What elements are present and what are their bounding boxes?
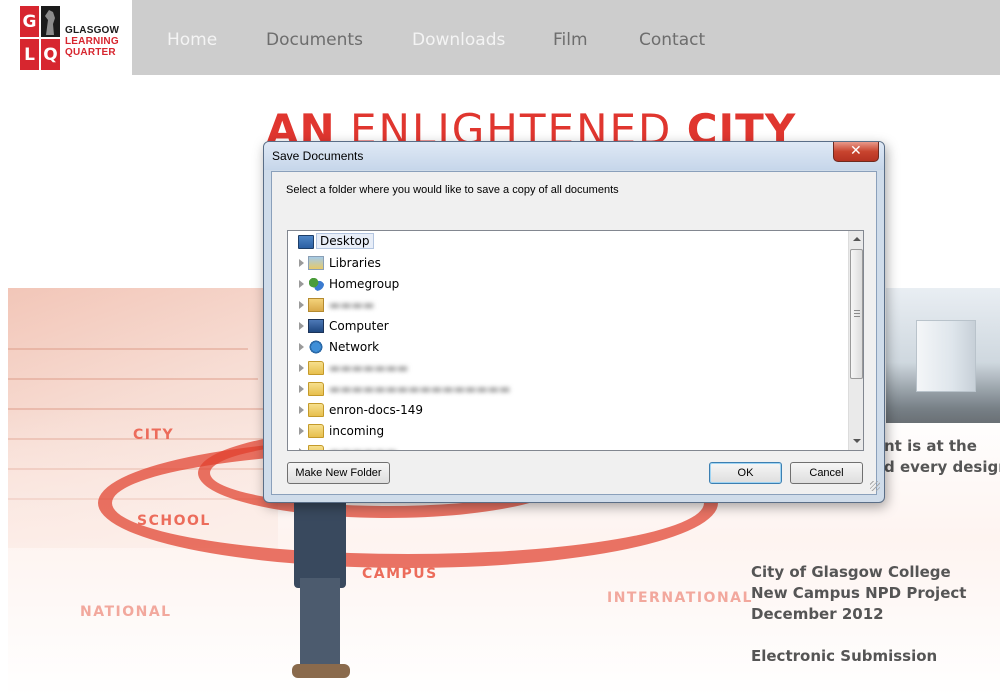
logo-silhouette-cell	[41, 6, 60, 37]
nav-downloads[interactable]: Downloads	[412, 30, 505, 50]
desktop-icon	[298, 235, 314, 249]
tree-item-label-obscured: ▬▬▬▬▬▬	[329, 445, 397, 450]
logo-letter-q: Q	[41, 39, 60, 70]
expand-arrow-icon[interactable]	[299, 427, 304, 435]
libraries-icon	[308, 256, 324, 270]
tag-school: SCHOOL	[137, 513, 211, 529]
expand-arrow-icon[interactable]	[299, 259, 304, 267]
expand-arrow-icon[interactable]	[299, 448, 304, 450]
logo-line-1: GLASGOW	[65, 25, 120, 36]
make-new-folder-button[interactable]: Make New Folder	[287, 462, 390, 484]
tree-item-libraries[interactable]: Libraries	[288, 253, 848, 274]
folder-icon	[308, 445, 324, 450]
tree-item-user-folder[interactable]: ▬▬▬▬	[288, 295, 848, 316]
expand-arrow-icon[interactable]	[299, 343, 304, 351]
folder-icon	[308, 424, 324, 438]
tag-campus: CAMPUS	[362, 566, 438, 582]
tree-item-desktop[interactable]: Desktop	[288, 232, 848, 253]
expand-arrow-icon[interactable]	[299, 385, 304, 393]
computer-icon	[308, 319, 324, 333]
expand-arrow-icon[interactable]	[299, 364, 304, 372]
intro-text-line-1: nt is at the	[884, 437, 977, 455]
expand-arrow-icon[interactable]	[299, 322, 304, 330]
tree-item-incoming[interactable]: incoming	[288, 421, 848, 442]
resize-grip-icon[interactable]	[870, 481, 880, 491]
scroll-up-icon[interactable]	[853, 237, 861, 241]
nav-contact[interactable]: Contact	[639, 30, 705, 50]
tree-item-label: Desktop	[316, 233, 374, 249]
tree-item-label: Network	[329, 340, 380, 354]
user-folder-icon	[308, 298, 324, 312]
logo-letter-l: L	[20, 39, 39, 70]
submission-info: City of Glasgow College New Campus NPD P…	[751, 562, 966, 667]
network-icon	[308, 340, 324, 354]
folder-icon	[308, 361, 324, 375]
dialog-titlebar[interactable]: Save Documents ✕	[264, 142, 884, 170]
logo-line-3: QUARTER	[65, 47, 116, 58]
tree-scrollbar[interactable]	[848, 231, 863, 450]
info-project: New Campus NPD Project	[751, 584, 967, 602]
tree-item-computer[interactable]: Computer	[288, 316, 848, 337]
tree-item-label: incoming	[329, 424, 385, 438]
tree-item-label-obscured: ▬▬▬▬▬▬▬	[329, 361, 409, 375]
close-icon: ✕	[850, 143, 862, 159]
folder-tree[interactable]: Desktop Libraries Homegroup ▬▬▬▬ Compute	[287, 230, 864, 451]
nav-home[interactable]: Home	[167, 30, 217, 50]
homegroup-icon	[308, 277, 324, 291]
building-render	[916, 320, 976, 392]
logo-letter-g: G	[20, 6, 39, 37]
campus-building-photo	[886, 288, 1000, 423]
tree-item-label: Computer	[329, 319, 389, 333]
tree-item-folder-obscured-3[interactable]: ▬▬▬▬▬▬	[288, 442, 848, 450]
tree-item-label: enron-docs-149	[329, 403, 423, 417]
ok-button[interactable]: OK	[709, 462, 782, 484]
tree-item-folder-obscured-1[interactable]: ▬▬▬▬▬▬▬	[288, 358, 848, 379]
folder-icon	[308, 382, 324, 396]
nav-documents[interactable]: Documents	[266, 30, 363, 50]
statue-icon	[45, 10, 55, 35]
intro-text-line-2: d every design	[884, 458, 1000, 476]
dialog-prompt: Select a folder where you would like to …	[286, 184, 619, 196]
tag-national: NATIONAL	[80, 604, 172, 620]
logo-mark: G L Q	[20, 6, 61, 70]
nav-film[interactable]: Film	[553, 30, 588, 50]
tree-item-label-obscured: ▬▬▬▬▬▬▬▬▬▬▬▬▬▬▬▬	[329, 382, 511, 396]
dialog-body: Select a folder where you would like to …	[271, 171, 880, 495]
tree-item-label: Libraries	[329, 256, 381, 270]
tag-city: CITY	[133, 427, 175, 443]
tree-item-enron-docs-149[interactable]: enron-docs-149	[288, 400, 848, 421]
tag-international: INTERNATIONAL	[607, 590, 753, 606]
tree-item-network[interactable]: Network	[288, 337, 848, 358]
cancel-button[interactable]: Cancel	[790, 462, 863, 484]
dialog-title: Save Documents	[272, 149, 364, 163]
info-college: City of Glasgow College	[751, 563, 951, 581]
info-date: December 2012	[751, 605, 884, 623]
electronic-submission-link[interactable]: Electronic Submission	[751, 646, 966, 667]
logo-line-2: LEARNING	[65, 36, 119, 47]
folder-icon	[308, 403, 324, 417]
dialog-close-button[interactable]: ✕	[833, 142, 879, 162]
expand-arrow-icon[interactable]	[299, 301, 304, 309]
expand-arrow-icon[interactable]	[299, 280, 304, 288]
scrollbar-thumb[interactable]	[850, 249, 863, 379]
save-documents-dialog: Save Documents ✕ Select a folder where y…	[263, 141, 885, 503]
expand-arrow-icon[interactable]	[299, 406, 304, 414]
tree-item-label-obscured: ▬▬▬▬	[329, 298, 375, 312]
site-logo[interactable]: G L Q GLASGOW LEARNING QUARTER	[0, 0, 132, 75]
tree-item-label: Homegroup	[329, 277, 400, 291]
logo-wordmark: GLASGOW LEARNING QUARTER	[65, 25, 119, 58]
main-nav: Home Documents Downloads Film Contact	[132, 0, 1000, 75]
tree-item-folder-obscured-2[interactable]: ▬▬▬▬▬▬▬▬▬▬▬▬▬▬▬▬	[288, 379, 848, 400]
tree-item-homegroup[interactable]: Homegroup	[288, 274, 848, 295]
scroll-down-icon[interactable]	[853, 439, 861, 443]
